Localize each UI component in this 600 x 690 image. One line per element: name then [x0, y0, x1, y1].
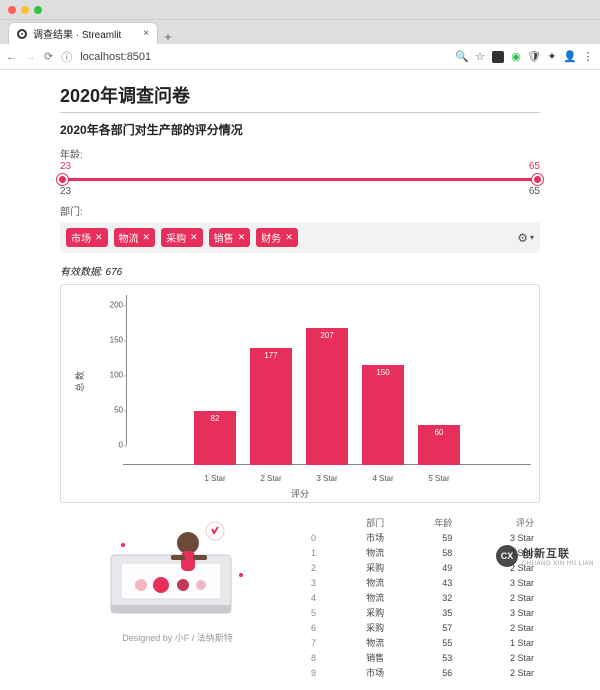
watermark-logo-icon: CX: [496, 545, 518, 567]
table-row[interactable]: 8销售532 Star: [305, 650, 540, 665]
table-row[interactable]: 7物流551 Star: [305, 635, 540, 650]
x-ticks: 1 Star 2 Star 3 Star 4 Star 5 Star: [127, 474, 527, 483]
slider-low-value: 23: [60, 161, 71, 172]
watermark: CX 创新互联 CHUANG XIN HU LIAN: [496, 545, 594, 567]
chip-remove-icon[interactable]: ✕: [238, 232, 246, 243]
y-axis-label: 总 数: [73, 371, 86, 392]
page-content: 2020年调查问卷 2020年各部门对生产部的评分情况 年龄: 23 65 23…: [0, 70, 600, 690]
table-row[interactable]: 9市场562 Star: [305, 665, 540, 680]
back-icon[interactable]: ←: [6, 51, 17, 63]
browser-window: 调查结果 · Streamlit × + ← → ⟳ ⓘ localhost:8…: [0, 0, 600, 690]
address-bar: ← → ⟳ ⓘ localhost:8501 🔍 ☆ ◉ 🛡 ✦ 👤 ⋮: [0, 44, 600, 70]
slider-thumb-low[interactable]: [57, 174, 68, 185]
x-tick: 4 Star: [362, 474, 404, 483]
bar: 150: [362, 365, 404, 465]
bar: 207: [306, 328, 348, 465]
plot-area: 总 数 0 50 100 150 200 8217720715060 1 Sta…: [99, 295, 531, 485]
table-row[interactable]: 3物流433 Star: [305, 575, 540, 590]
info-icon[interactable]: ⓘ: [61, 49, 72, 65]
y-axis: 0 50 100 150 200: [99, 295, 123, 465]
lower-row: Designed by 小F / 法纳斯特 部门年龄评分0市场593 Star1…: [60, 515, 540, 680]
window-titlebar: [0, 0, 600, 20]
bar: 60: [418, 425, 460, 465]
tab-strip: 调查结果 · Streamlit × +: [0, 20, 600, 44]
chip-remove-icon[interactable]: ✕: [143, 232, 151, 243]
search-icon[interactable]: 🔍: [456, 51, 468, 63]
dept-multiselect[interactable]: 市场✕ 物流✕ 采购✕ 销售✕ 财务✕ ⚙▾: [60, 222, 540, 253]
table-row[interactable]: 0市场593 Star: [305, 530, 540, 545]
window-close-icon[interactable]: [8, 6, 16, 14]
star-icon[interactable]: ☆: [474, 51, 486, 63]
puzzle-icon[interactable]: ✦: [546, 51, 558, 63]
illustration-box: Designed by 小F / 法纳斯特: [60, 515, 295, 644]
extension-icon[interactable]: [492, 51, 504, 63]
page-subtitle: 2020年各部门对生产部的评分情况: [60, 121, 540, 138]
survey-illustration-icon: [93, 515, 263, 625]
bar: 82: [194, 411, 236, 465]
tab-close-icon[interactable]: ×: [143, 28, 149, 39]
profile-icon[interactable]: 👤: [564, 51, 576, 63]
window-minimize-icon[interactable]: [21, 6, 29, 14]
bar: 177: [250, 348, 292, 465]
extension-green-icon[interactable]: ◉: [510, 51, 522, 63]
tab-title: 调查结果 · Streamlit: [33, 26, 121, 41]
browser-tab[interactable]: 调查结果 · Streamlit ×: [8, 22, 158, 44]
x-tick: 5 Star: [418, 474, 460, 483]
chip[interactable]: 物流✕: [114, 228, 156, 247]
slider-track-line: [60, 178, 540, 181]
slider-thumb-high[interactable]: [532, 174, 543, 185]
chip-remove-icon[interactable]: ✕: [95, 232, 103, 243]
new-tab-button[interactable]: +: [158, 30, 178, 44]
slider-values: 23 65: [60, 161, 540, 172]
favicon-icon: [17, 29, 27, 39]
window-maximize-icon[interactable]: [34, 6, 42, 14]
chip[interactable]: 销售✕: [209, 228, 251, 247]
chip[interactable]: 市场✕: [66, 228, 108, 247]
x-tick: 1 Star: [194, 474, 236, 483]
menu-icon[interactable]: ⋮: [582, 51, 594, 63]
forward-icon[interactable]: →: [25, 51, 36, 63]
table-row[interactable]: 5采购353 Star: [305, 605, 540, 620]
bars-container: 82 177 207 150 60: [127, 295, 527, 465]
table-row[interactable]: 6采购572 Star: [305, 620, 540, 635]
dept-label: 部门:: [60, 203, 540, 218]
data-table[interactable]: 部门年龄评分0市场593 Star1物流582 Star2采购492 Star3…: [305, 515, 540, 680]
chip-remove-icon[interactable]: ✕: [190, 232, 198, 243]
table-row[interactable]: 4物流322 Star: [305, 590, 540, 605]
valid-data-count: 有效数据: 676: [60, 263, 540, 278]
page-title: 2020年调查问卷: [60, 82, 540, 113]
toolbar-extensions: 🔍 ☆ ◉ 🛡 ✦ 👤 ⋮: [456, 51, 594, 63]
chip[interactable]: 财务✕: [256, 228, 298, 247]
x-tick: 3 Star: [306, 474, 348, 483]
multiselect-settings-icon[interactable]: ⚙▾: [517, 231, 534, 245]
reload-icon[interactable]: ⟳: [44, 50, 53, 63]
shield-icon[interactable]: 🛡: [528, 51, 540, 63]
chip-remove-icon[interactable]: ✕: [285, 232, 293, 243]
slider-high-value: 65: [529, 161, 540, 172]
age-slider[interactable]: [60, 172, 540, 188]
bar-chart: 总 数 0 50 100 150 200 82 177 207 150 60 1 Sta…: [60, 284, 540, 503]
x-tick: 2 Star: [250, 474, 292, 483]
image-credit: Designed by 小F / 法纳斯特: [122, 631, 233, 644]
url-field[interactable]: localhost:8501: [80, 51, 448, 63]
chip[interactable]: 采购✕: [161, 228, 203, 247]
age-label: 年龄:: [60, 146, 540, 161]
x-axis-label: 评分: [67, 487, 533, 500]
